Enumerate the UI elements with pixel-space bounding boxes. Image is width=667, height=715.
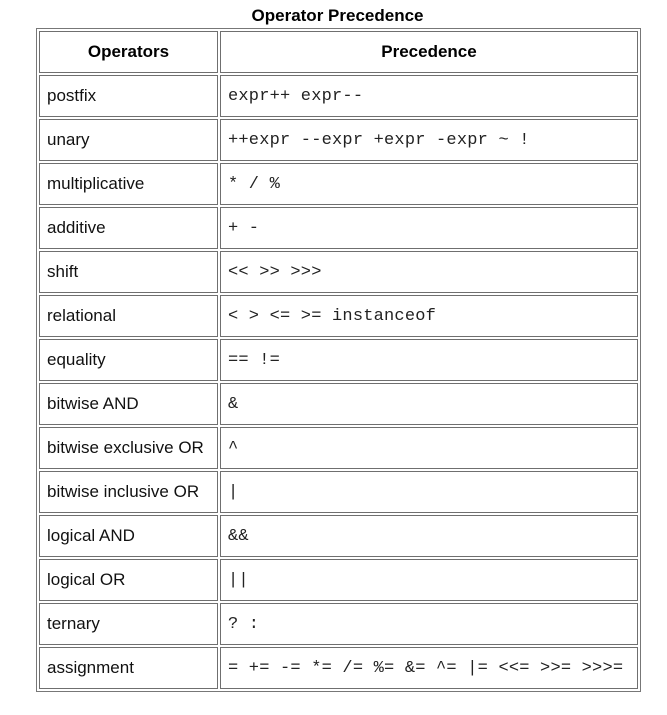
table-row: multiplicative * / % <box>39 163 638 205</box>
operator-cell: bitwise AND <box>39 383 218 425</box>
precedence-cell: = += -= *= /= %= &= ^= |= <<= >>= >>>= <box>220 647 638 689</box>
table-row: logical AND && <box>39 515 638 557</box>
precedence-cell: < > <= >= instanceof <box>220 295 638 337</box>
table-row: additive + - <box>39 207 638 249</box>
precedence-cell: & <box>220 383 638 425</box>
operator-cell: bitwise exclusive OR <box>39 427 218 469</box>
operator-cell: additive <box>39 207 218 249</box>
table-row: bitwise exclusive OR ^ <box>39 427 638 469</box>
header-operators: Operators <box>39 31 218 73</box>
table-header-row: Operators Precedence <box>39 31 638 73</box>
table-row: bitwise AND & <box>39 383 638 425</box>
header-precedence: Precedence <box>220 31 638 73</box>
operator-cell: multiplicative <box>39 163 218 205</box>
operator-cell: unary <box>39 119 218 161</box>
table-row: shift << >> >>> <box>39 251 638 293</box>
precedence-cell: expr++ expr-- <box>220 75 638 117</box>
operator-cell: logical OR <box>39 559 218 601</box>
table-row: equality == != <box>39 339 638 381</box>
table-row: unary ++expr --expr +expr -expr ~ ! <box>39 119 638 161</box>
table-row: assignment = += -= *= /= %= &= ^= |= <<=… <box>39 647 638 689</box>
precedence-cell: | <box>220 471 638 513</box>
operator-cell: ternary <box>39 603 218 645</box>
operator-cell: relational <box>39 295 218 337</box>
precedence-cell: ++expr --expr +expr -expr ~ ! <box>220 119 638 161</box>
precedence-cell: + - <box>220 207 638 249</box>
operator-cell: assignment <box>39 647 218 689</box>
precedence-cell: && <box>220 515 638 557</box>
precedence-cell: ? : <box>220 603 638 645</box>
operator-precedence-table: Operators Precedence postfix expr++ expr… <box>36 28 641 692</box>
operator-cell: shift <box>39 251 218 293</box>
precedence-cell: << >> >>> <box>220 251 638 293</box>
operator-cell: logical AND <box>39 515 218 557</box>
table-caption: Operator Precedence <box>251 6 424 25</box>
precedence-cell: * / % <box>220 163 638 205</box>
table-row: relational < > <= >= instanceof <box>39 295 638 337</box>
precedence-cell: ^ <box>220 427 638 469</box>
precedence-cell: || <box>220 559 638 601</box>
table-row: postfix expr++ expr-- <box>39 75 638 117</box>
operator-cell: bitwise inclusive OR <box>39 471 218 513</box>
table-row: ternary ? : <box>39 603 638 645</box>
operator-cell: equality <box>39 339 218 381</box>
operator-cell: postfix <box>39 75 218 117</box>
precedence-table-container: Operator Precedence Operators Precedence… <box>36 6 641 692</box>
table-row: logical OR || <box>39 559 638 601</box>
table-row: bitwise inclusive OR | <box>39 471 638 513</box>
precedence-cell: == != <box>220 339 638 381</box>
